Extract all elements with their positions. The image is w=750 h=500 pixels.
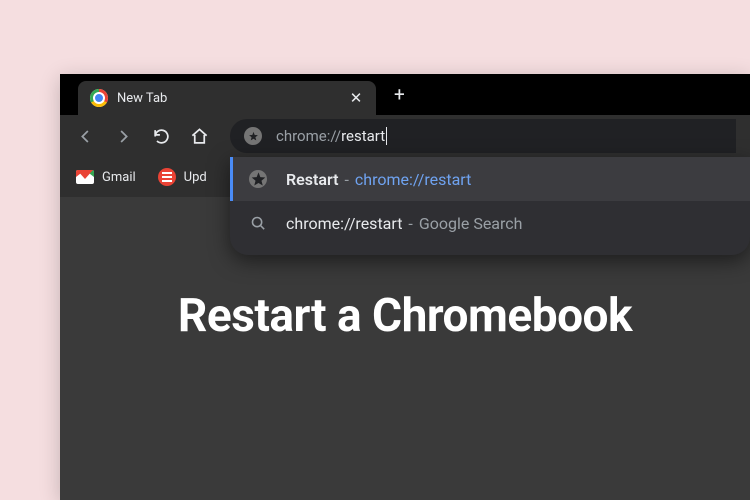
omnibox-dropdown: Restart - chrome://restart chrome://rest… xyxy=(230,157,750,255)
bookmark-label: Upd xyxy=(184,170,207,185)
chrome-icon xyxy=(90,89,108,107)
tab-strip: New Tab ✕ + xyxy=(60,74,750,115)
text-cursor xyxy=(386,127,387,145)
toolbar: chrome://restart xyxy=(60,115,750,157)
reload-button[interactable] xyxy=(150,125,172,147)
page-headline: Restart a Chromebook xyxy=(178,289,632,343)
forward-button[interactable] xyxy=(112,125,134,147)
selection-indicator xyxy=(230,157,233,201)
gmail-icon xyxy=(76,170,94,184)
suggestion-item[interactable]: Restart - chrome://restart xyxy=(230,157,750,201)
bookmark-star-icon xyxy=(244,127,262,145)
home-button[interactable] xyxy=(188,125,210,147)
browser-tab[interactable]: New Tab ✕ xyxy=(78,81,376,115)
suggestion-item[interactable]: chrome://restart - Google Search xyxy=(230,201,750,245)
tab-title: New Tab xyxy=(117,91,339,106)
suggestion-text: chrome://restart - Google Search xyxy=(286,214,522,233)
search-icon xyxy=(248,213,268,233)
bookmark-updates[interactable]: Upd xyxy=(158,168,207,186)
updates-icon xyxy=(158,168,176,186)
new-tab-button[interactable]: + xyxy=(394,83,405,106)
bookmark-gmail[interactable]: Gmail xyxy=(76,170,136,185)
browser-window: New Tab ✕ + chrome://restart Gmail Upd R… xyxy=(60,74,750,500)
bookmark-label: Gmail xyxy=(102,170,136,185)
bookmark-star-icon xyxy=(248,169,268,189)
close-icon[interactable]: ✕ xyxy=(348,89,364,107)
back-button[interactable] xyxy=(74,125,96,147)
url-text: chrome://restart xyxy=(276,127,387,145)
suggestion-text: Restart - chrome://restart xyxy=(286,170,471,189)
address-bar[interactable]: chrome://restart xyxy=(230,119,736,153)
